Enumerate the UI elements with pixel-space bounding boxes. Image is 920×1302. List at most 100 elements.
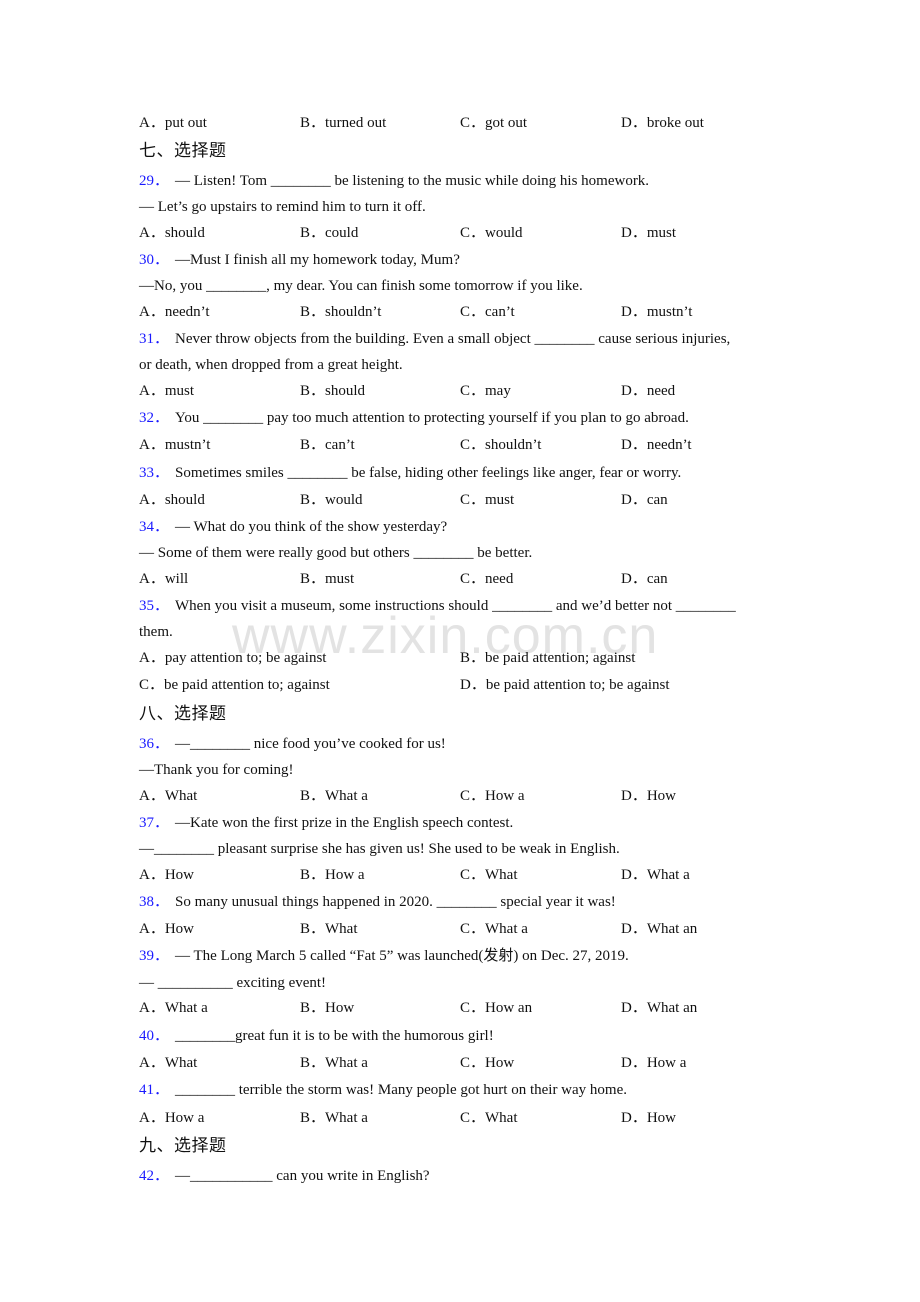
option-c: C．got out (460, 115, 528, 131)
question-number: 42． (139, 1168, 170, 1184)
option-c: C．How an (460, 1000, 533, 1016)
option-c: C．would (460, 225, 523, 241)
option-a: A．put out (139, 115, 207, 131)
option-a: A．What (139, 788, 198, 804)
question-number: 29． (139, 173, 170, 189)
question-39-options: A．What a B．How C．How an D．What an (139, 998, 799, 1018)
option-c: C．What (460, 1110, 518, 1126)
question-31-options: A．must B．should C．may D．need (139, 381, 799, 401)
question-number: 34． (139, 519, 170, 535)
option-c: C．may (460, 383, 511, 399)
question-text: When you visit a museum, some instructio… (175, 598, 736, 614)
question-text: — What do you think of the show yesterda… (175, 519, 448, 535)
question-34-options: A．will B．must C．need D．can (139, 569, 799, 589)
question-35: 35． When you visit a museum, some instruc… (139, 596, 736, 616)
option-d: D．broke out (621, 115, 704, 131)
question-40-options: A．What B．What a C．How D．How a (139, 1053, 799, 1073)
option-b: B．How (300, 1000, 355, 1016)
question-text: —Must I finish all my homework today, Mu… (175, 252, 460, 268)
question-29-options: A．should B．could C．would D．must (139, 223, 799, 243)
option-d: D．must (621, 225, 677, 241)
section-heading-7: 七、选择题 (139, 141, 227, 161)
option-d: D．What an (621, 921, 698, 937)
option-c: C．be paid attention to; against (139, 677, 330, 693)
question-36: 36． —________ nice food you’ve cooked for… (139, 734, 446, 754)
question-35-options-row2: C．be paid attention to; against D．be pai… (139, 675, 799, 695)
question-number: 31． (139, 331, 170, 347)
question-32-options: A．mustn’t B．can’t C．shouldn’t D．needn’t (139, 435, 799, 455)
option-d: D．be paid attention to; be against (460, 677, 670, 693)
option-d: D．mustn’t (621, 304, 693, 320)
question-number: 39． (139, 948, 170, 964)
question-text: So many unusual things happened in 2020.… (175, 894, 616, 910)
question-38-options: A．How B．What C．What a D．What an (139, 919, 799, 939)
question-number: 33． (139, 465, 170, 481)
question-30-options: A．needn’t B．shouldn’t C．can’t D．mustn’t (139, 302, 799, 322)
question-text: — The Long March 5 called “Fat 5” was la… (175, 948, 629, 964)
question-42: 42． —___________ can you write in English… (139, 1166, 430, 1186)
question-35-options-row1: A．pay attention to; be against B．be paid… (139, 648, 799, 668)
option-b: B．be paid attention; against (460, 650, 636, 666)
option-a: A．should (139, 492, 205, 508)
option-a: A．must (139, 383, 195, 399)
option-a: A．What (139, 1055, 198, 1071)
question-text: —Kate won the first prize in the English… (175, 815, 514, 831)
question-number: 38． (139, 894, 170, 910)
option-d: D．What an (621, 1000, 698, 1016)
question-29-reply: — Let’s go upstairs to remind him to tur… (139, 199, 426, 215)
question-text: Never throw objects from the building. E… (175, 331, 731, 347)
option-c: C．How (460, 1055, 515, 1071)
option-b: B．turned out (300, 115, 387, 131)
question-number: 32． (139, 410, 170, 426)
option-b: B．How a (300, 867, 365, 883)
question-text: ________great fun it is to be with the h… (175, 1028, 494, 1044)
option-b: B．could (300, 225, 359, 241)
option-a: A．will (139, 571, 189, 587)
question-text: ________ terrible the storm was! Many pe… (175, 1082, 628, 1098)
option-d: D．can (621, 571, 668, 587)
question-text: Sometimes smiles ________ be false, hidi… (175, 465, 682, 481)
question-29: 29． — Listen! Tom ________ be listening t… (139, 171, 649, 191)
option-d: D．How (621, 788, 676, 804)
question-31: 31． Never throw objects from the building… (139, 329, 730, 349)
previous-question-options: A．put out B．turned out C．got out D．broke… (139, 113, 799, 133)
option-d: D．How a (621, 1055, 687, 1071)
option-c: C．What a (460, 921, 528, 937)
option-c: C．can’t (460, 304, 515, 320)
option-a: A．How a (139, 1110, 205, 1126)
question-number: 30． (139, 252, 170, 268)
option-b: B．shouldn’t (300, 304, 382, 320)
option-a: A．should (139, 225, 205, 241)
option-c: C．shouldn’t (460, 437, 542, 453)
question-37-reply: —________ pleasant surprise she has give… (139, 841, 620, 857)
question-32: 32． You ________ pay too much attention t… (139, 408, 689, 428)
option-b: B．What (300, 921, 358, 937)
question-33: 33． Sometimes smiles ________ be false, h… (139, 463, 681, 483)
question-41-options: A．How a B．What a C．What D．How (139, 1108, 799, 1128)
option-a: A．pay attention to; be against (139, 650, 327, 666)
question-number: 35． (139, 598, 170, 614)
question-31-continued: or death, when dropped from a great heig… (139, 357, 403, 373)
question-37: 37． —Kate won the first prize in the Engl… (139, 813, 513, 833)
option-c: C．must (460, 492, 515, 508)
question-34-reply: — Some of them were really good but othe… (139, 545, 533, 561)
question-39: 39． — The Long March 5 called “Fat 5” was… (139, 946, 629, 966)
option-d: D．How (621, 1110, 676, 1126)
question-35-continued: them. (139, 624, 173, 640)
option-b: B．What a (300, 1055, 368, 1071)
question-41: 41． ________ terrible the storm was! Many… (139, 1080, 627, 1100)
question-36-options: A．What B．What a C．How a D．How (139, 786, 799, 806)
question-30-reply: —No, you ________, my dear. You can fini… (139, 278, 583, 294)
option-c: C．How a (460, 788, 525, 804)
question-number: 36． (139, 736, 170, 752)
question-number: 37． (139, 815, 170, 831)
question-number: 41． (139, 1082, 170, 1098)
question-text: —________ nice food you’ve cooked for us… (175, 736, 446, 752)
option-d: D．can (621, 492, 668, 508)
question-37-options: A．How B．How a C．What D．What a (139, 865, 799, 885)
option-b: B．What a (300, 1110, 368, 1126)
question-38: 38． So many unusual things happened in 20… (139, 892, 616, 912)
option-d: D．needn’t (621, 437, 692, 453)
option-b: B．can’t (300, 437, 355, 453)
section-heading-8: 八、选择题 (139, 704, 227, 724)
